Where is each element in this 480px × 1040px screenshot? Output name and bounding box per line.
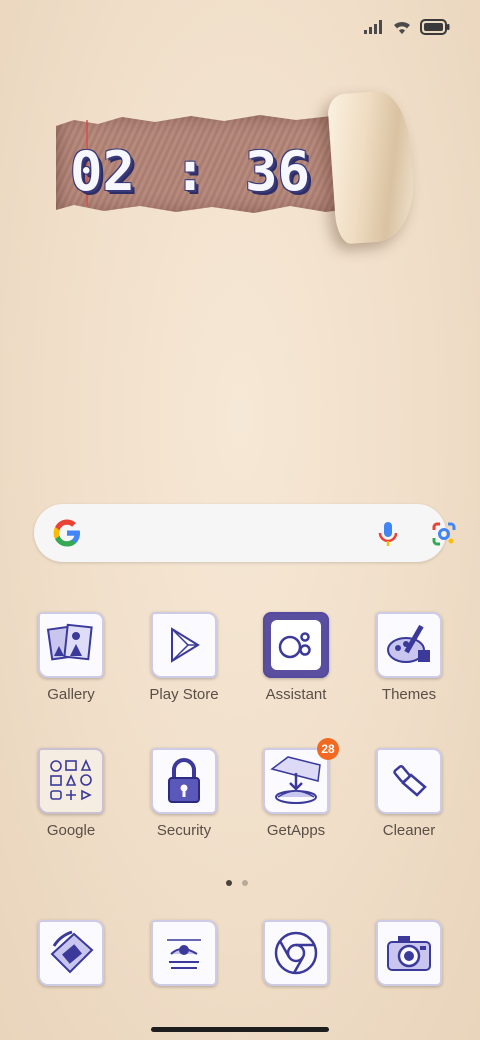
cleaner-icon — [376, 748, 442, 814]
app-label: Security — [156, 822, 212, 839]
google-folder-icon — [38, 748, 104, 814]
dock-phone[interactable] — [15, 920, 127, 1040]
lens-camera-icon[interactable] — [430, 520, 458, 553]
themes-icon — [376, 612, 442, 678]
gallery-icon — [38, 612, 104, 678]
dock-camera[interactable] — [353, 920, 465, 1040]
notification-badge: 28 — [317, 738, 339, 760]
clock-hour: 02 — [70, 139, 136, 203]
play-store-icon — [151, 612, 217, 678]
assistant-icon — [263, 612, 329, 678]
gesture-navigation-bar[interactable] — [151, 1027, 329, 1032]
signal-icon — [364, 20, 384, 34]
app-label: Play Store — [149, 686, 219, 703]
camera-icon — [376, 920, 442, 986]
google-logo — [50, 516, 84, 550]
messaging-icon — [151, 920, 217, 986]
wifi-icon — [392, 19, 412, 35]
google-search-bar[interactable] — [34, 504, 456, 562]
dock-chrome[interactable] — [240, 920, 352, 1040]
app-assistant[interactable]: Assistant — [240, 612, 352, 732]
clock-widget[interactable]: 02 : 36 — [52, 89, 418, 245]
page-dot-active — [226, 880, 232, 886]
app-label: Gallery — [47, 686, 95, 703]
app-gallery[interactable]: Gallery — [15, 612, 127, 732]
page-indicator — [226, 880, 248, 886]
app-label: Assistant — [265, 686, 327, 703]
app-cleaner[interactable]: Cleaner — [353, 748, 465, 868]
security-icon — [151, 748, 217, 814]
app-label: GetApps — [266, 822, 326, 839]
clock-time: 02 : 36 — [70, 136, 310, 206]
chrome-icon — [263, 920, 329, 986]
app-label: Google — [46, 822, 96, 839]
app-themes[interactable]: Themes — [353, 612, 465, 732]
app-play-store[interactable]: Play Store — [128, 612, 240, 732]
app-google-folder[interactable]: Google — [15, 748, 127, 868]
clock-minute: 36 — [244, 139, 310, 203]
app-getapps[interactable]: 28 GetApps — [240, 738, 352, 868]
microphone-icon[interactable] — [376, 520, 400, 553]
status-bar — [364, 16, 450, 38]
app-security[interactable]: Security — [128, 748, 240, 868]
app-label: Themes — [381, 686, 437, 703]
getapps-icon: 28 — [263, 738, 339, 814]
paper-curl — [326, 89, 418, 245]
dock-messaging[interactable] — [128, 920, 240, 1040]
clock-separator: : — [173, 139, 207, 203]
phone-icon — [38, 920, 104, 986]
app-label: Cleaner — [382, 822, 436, 839]
page-dot — [242, 880, 248, 886]
battery-icon — [420, 19, 450, 35]
